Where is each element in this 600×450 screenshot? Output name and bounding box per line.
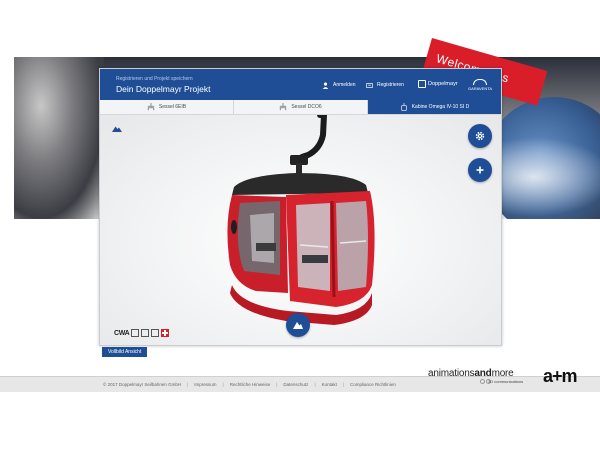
tab-kabine-omega[interactable]: Kabine Omega IV-10 SI D	[368, 100, 501, 114]
register-button[interactable]: Registrieren	[366, 80, 404, 90]
cwa-logo: CWA	[114, 329, 130, 337]
footer-links: © 2017 Doppelmayr Seilbahnen GmbH | Impr…	[103, 382, 396, 387]
configurator-window: Registrieren und Projekt speichern Dein …	[99, 68, 502, 346]
mountain-view-button[interactable]	[286, 313, 310, 337]
doppelmayr-mark-icon	[418, 80, 426, 88]
garaventa-arc-icon	[473, 79, 487, 85]
chairlift-icon	[147, 103, 155, 111]
gondola-cabin-model[interactable]	[216, 115, 376, 325]
chairlift-icon	[280, 103, 287, 111]
register-label: Registrieren	[377, 82, 404, 88]
footer-link-legal[interactable]: Rechtliche Hinweise	[230, 382, 271, 387]
footer-link-privacy[interactable]: Datenschutz	[283, 382, 308, 387]
am-logo: a+m	[543, 366, 578, 386]
tab-sessel-dco6[interactable]: Sessel DCO6	[234, 100, 368, 114]
garaventa-logo[interactable]: GARAVENTA	[465, 79, 495, 91]
user-icon	[322, 82, 329, 89]
certification-icon	[141, 329, 150, 337]
register-icon	[366, 82, 373, 88]
page: Welcome ...s Registrieren und Projekt sp…	[0, 0, 600, 450]
swiss-flag-icon	[161, 329, 170, 337]
fullscreen-view-button[interactable]: Vollbild Ansicht	[102, 347, 148, 357]
mountain-icon	[293, 322, 303, 329]
gondola-icon	[400, 103, 407, 111]
login-button[interactable]: Anmelden	[322, 80, 356, 90]
gear-icon	[475, 131, 485, 141]
animationsandmore-brand[interactable]: animationsandmore 3D communications a+m	[428, 366, 596, 390]
footer-link-contact[interactable]: Kontakt	[322, 382, 337, 387]
footer-link-compliance[interactable]: Compliance Richtlinien	[350, 382, 396, 387]
3d-viewer[interactable]: CWA	[100, 115, 501, 345]
certification-icon	[151, 329, 160, 337]
model-tabs: Sessel 6EIB Sessel DCO6 Kabine Omega IV-…	[100, 100, 501, 115]
mountain-icon[interactable]	[112, 125, 122, 132]
brand-name: animationsandmore	[428, 368, 514, 379]
brand-tagline: 3D communications	[488, 379, 524, 384]
brand-logos: CWA	[114, 328, 170, 338]
project-title: Dein Doppelmayr Projekt	[116, 84, 211, 94]
header-bar: Registrieren und Projekt speichern Dein …	[100, 69, 501, 100]
footer-link-impressum[interactable]: Impressum	[194, 382, 216, 387]
tab-sessel-6eib[interactable]: Sessel 6EIB	[100, 100, 234, 114]
header-subtitle[interactable]: Registrieren und Projekt speichern	[116, 76, 193, 82]
certification-icon	[131, 329, 140, 337]
copyright-text: © 2017 Doppelmayr Seilbahnen GmbH	[103, 382, 182, 387]
plus-icon	[476, 166, 484, 174]
doppelmayr-logo[interactable]: Doppelmayr	[418, 80, 458, 88]
settings-button[interactable]	[468, 124, 492, 148]
login-label: Anmelden	[333, 82, 356, 88]
add-button[interactable]	[468, 158, 492, 182]
